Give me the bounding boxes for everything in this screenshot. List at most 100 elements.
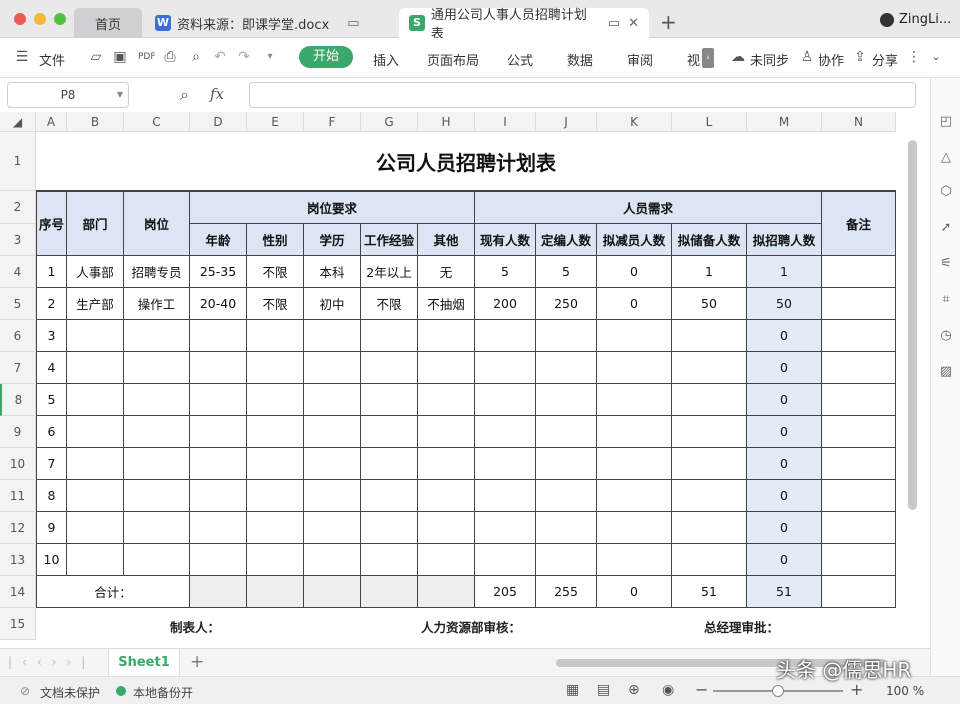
table-cell[interactable] [247,448,304,480]
table-cell[interactable] [536,480,597,512]
table-cell[interactable]: 5 [475,256,536,288]
table-cell[interactable] [822,512,896,544]
sheet-tab-sheet1[interactable]: Sheet1 [108,649,180,676]
table-cell[interactable]: 3 [36,320,67,352]
image-icon[interactable]: ▨ [938,364,954,380]
table-cell[interactable] [124,384,190,416]
table-cell[interactable] [475,352,536,384]
sheet-title[interactable]: 公司人员招聘计划表 [36,132,896,191]
table-cell[interactable] [124,544,190,576]
table-cell[interactable] [190,352,247,384]
eye-icon[interactable]: ◉ [662,682,674,698]
formula-input[interactable] [249,82,916,108]
table-cell[interactable] [190,512,247,544]
open-folder-icon[interactable]: ▱ [88,49,104,65]
table-cell[interactable] [672,352,747,384]
header-other[interactable]: 其他 [418,224,475,256]
row-header[interactable]: 12 [0,512,36,544]
more-dropdown-icon[interactable]: ▾ [262,49,278,65]
column-header[interactable]: M [747,112,822,132]
table-cell[interactable] [475,512,536,544]
table-cell[interactable] [190,320,247,352]
table-cell[interactable]: 7 [36,448,67,480]
header-age[interactable]: 年龄 [190,224,247,256]
maximize-window-button[interactable] [54,13,66,25]
table-cell[interactable] [124,480,190,512]
table-cell[interactable]: 0 [747,352,822,384]
table-cell[interactable] [822,448,896,480]
table-cell[interactable] [361,480,418,512]
header-post[interactable]: 岗位 [124,191,190,256]
table-cell[interactable] [597,320,672,352]
table-cell[interactable]: 0 [747,416,822,448]
table-cell[interactable] [67,416,124,448]
header-current[interactable]: 现有人数 [475,224,536,256]
table-cell[interactable] [597,544,672,576]
table-cell[interactable]: 0 [747,544,822,576]
table-cell[interactable] [536,448,597,480]
table-cell[interactable] [124,512,190,544]
table-cell[interactable] [304,512,361,544]
row-header[interactable]: 7 [0,352,36,384]
table-cell[interactable] [67,512,124,544]
table-cell[interactable]: 0 [597,256,672,288]
table-cell[interactable] [304,576,361,608]
table-cell[interactable] [475,320,536,352]
table-cell[interactable] [190,416,247,448]
table-cell[interactable]: 50 [747,288,822,320]
table-cell[interactable]: 初中 [304,288,361,320]
table-cell[interactable] [361,448,418,480]
total-label[interactable]: 合计： [36,576,190,608]
tab-start[interactable]: 开始 [299,46,353,68]
total-cell[interactable]: 205 [475,576,536,608]
cube-icon[interactable]: ⬡ [938,184,954,200]
save-icon[interactable]: ▣ [112,49,128,65]
table-cell[interactable]: 4 [36,352,67,384]
table-cell[interactable] [304,544,361,576]
table-cell[interactable] [418,352,475,384]
table-cell[interactable] [361,544,418,576]
table-cell[interactable]: 200 [475,288,536,320]
table-cell[interactable] [597,384,672,416]
name-box[interactable]: P8 ▼ [7,82,129,108]
row-header[interactable]: 10 [0,448,36,480]
table-cell[interactable]: 1 [36,256,67,288]
table-cell[interactable] [418,320,475,352]
table-cell[interactable]: 250 [536,288,597,320]
row-header[interactable]: 8 [0,384,36,416]
table-cell[interactable] [536,512,597,544]
column-header[interactable]: B [67,112,124,132]
table-cell[interactable]: 2 [36,288,67,320]
signature-maker[interactable]: 制表人： [170,617,220,636]
header-quota[interactable]: 定编人数 [536,224,597,256]
table-cell[interactable]: 1 [747,256,822,288]
table-cell[interactable] [304,448,361,480]
column-header[interactable]: F [304,112,361,132]
close-tab-icon[interactable]: ✕ [628,16,639,31]
table-cell[interactable] [124,416,190,448]
table-cell[interactable] [67,384,124,416]
zoom-slider-handle[interactable] [772,685,784,697]
new-tab-button[interactable]: + [660,10,677,34]
tab-view[interactable]: 视 [687,50,700,69]
table-cell[interactable]: 不限 [361,288,418,320]
table-cell[interactable] [822,384,896,416]
table-cell[interactable]: 50 [672,288,747,320]
table-cell[interactable] [822,576,896,608]
table-cell[interactable] [247,544,304,576]
print-preview-icon[interactable]: ⌕ [188,49,204,65]
shapes-icon[interactable]: ◰ [938,114,954,130]
doc-protect-status[interactable]: 文档未保护 [40,684,100,701]
table-cell[interactable] [418,384,475,416]
table-cell[interactable] [672,544,747,576]
row-header[interactable]: 14 [0,576,36,608]
header-gender[interactable]: 性别 [247,224,304,256]
history-icon[interactable]: ◷ [938,328,954,344]
header-reserve[interactable]: 拟储备人数 [672,224,747,256]
total-cell[interactable]: 51 [747,576,822,608]
table-cell[interactable]: 生产部 [67,288,124,320]
table-cell[interactable] [597,352,672,384]
table-cell[interactable] [475,384,536,416]
table-cell[interactable] [536,384,597,416]
row-header[interactable]: 2 [0,191,36,224]
